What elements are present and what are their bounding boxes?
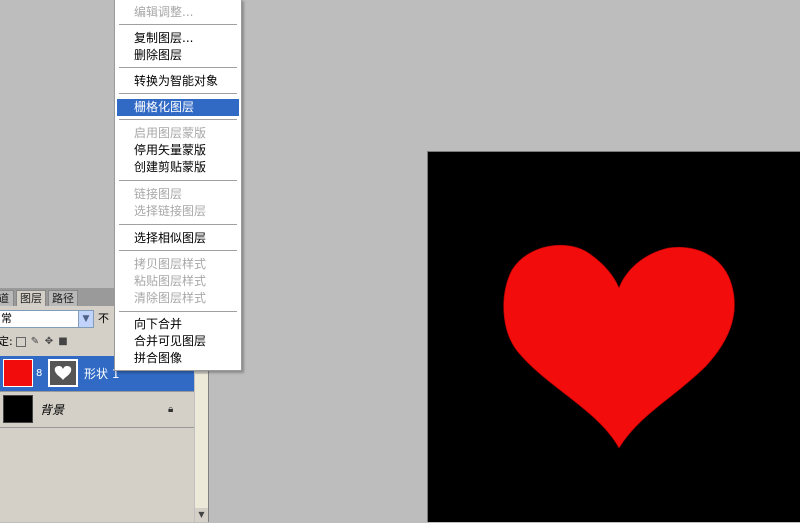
menu-item-rasterize-layer[interactable]: 栅格化图层 (117, 99, 239, 116)
layer-row-background[interactable]: 背景 🔒︎ (0, 392, 194, 428)
menu-separator (119, 119, 237, 120)
heart-mask-icon (54, 366, 72, 380)
menu-separator (119, 180, 237, 181)
menu-item-disable-vector-mask[interactable]: 停用矢量蒙版 (117, 142, 239, 159)
menu-item-merge-down[interactable]: 向下合并 (117, 316, 239, 333)
link-chain-icon: 8 (36, 368, 43, 379)
lock-label: 定: (0, 335, 13, 348)
lock-transparency-icon[interactable] (16, 337, 26, 347)
tab-paths[interactable]: 路径 (48, 290, 78, 306)
blend-mode-value: 常 (1, 312, 12, 325)
scroll-down-icon[interactable]: ▼ (195, 508, 208, 522)
menu-item-link-layers[interactable]: 链接图层 (117, 186, 239, 203)
menu-item-convert-smart-object[interactable]: 转换为智能对象 (117, 73, 239, 90)
menu-item-flatten-image[interactable]: 拼合图像 (117, 350, 239, 367)
menu-separator (119, 250, 237, 251)
heart-shape[interactable] (428, 152, 800, 523)
lock-icon: 🔒︎ (168, 404, 174, 415)
lock-all-icon[interactable]: ■ (58, 337, 68, 347)
blend-mode-select[interactable]: 常 ▼ (0, 310, 94, 328)
menu-item-delete-layer[interactable]: 删除图层 (117, 47, 239, 64)
chevron-down-icon[interactable]: ▼ (78, 311, 93, 327)
heart-icon (503, 244, 735, 449)
document-canvas[interactable] (427, 151, 800, 522)
menu-separator (119, 67, 237, 68)
tab-layers[interactable]: 图层 (16, 290, 46, 306)
menu-separator (119, 24, 237, 25)
menu-item-select-linked-layers[interactable]: 选择链接图层 (117, 203, 239, 220)
tab-channels[interactable]: 道 (0, 290, 14, 306)
menu-item-select-similar-layers[interactable]: 选择相似图层 (117, 230, 239, 247)
layer-thumbnail (3, 395, 33, 423)
menu-item-edit-adjustment[interactable]: 编辑调整... (117, 4, 239, 21)
layers-scrollbar[interactable]: ▼ (194, 374, 208, 522)
menu-item-create-clipping-mask[interactable]: 创建剪贴蒙版 (117, 159, 239, 176)
opacity-label: 不 (98, 312, 109, 325)
layer-thumbnail (3, 359, 33, 387)
menu-item-copy-layer-style[interactable]: 拷贝图层样式 (117, 256, 239, 273)
menu-item-merge-visible[interactable]: 合并可见图层 (117, 333, 239, 350)
menu-item-paste-layer-style[interactable]: 粘贴图层样式 (117, 273, 239, 290)
menu-item-duplicate-layer[interactable]: 复制图层... (117, 30, 239, 47)
menu-separator (119, 93, 237, 94)
menu-item-enable-layer-mask[interactable]: 启用图层蒙版 (117, 125, 239, 142)
layer-name: 背景 (40, 403, 65, 417)
menu-separator (119, 311, 237, 312)
menu-item-clear-layer-style[interactable]: 清除图层样式 (117, 290, 239, 307)
layer-context-menu: 编辑调整... 复制图层... 删除图层 转换为智能对象 栅格化图层 启用图层蒙… (114, 0, 242, 371)
menu-separator (119, 224, 237, 225)
vector-mask-thumbnail[interactable] (48, 359, 78, 387)
lock-brush-icon[interactable]: ✎ (30, 337, 40, 347)
lock-move-icon[interactable]: ✥ (44, 337, 54, 347)
